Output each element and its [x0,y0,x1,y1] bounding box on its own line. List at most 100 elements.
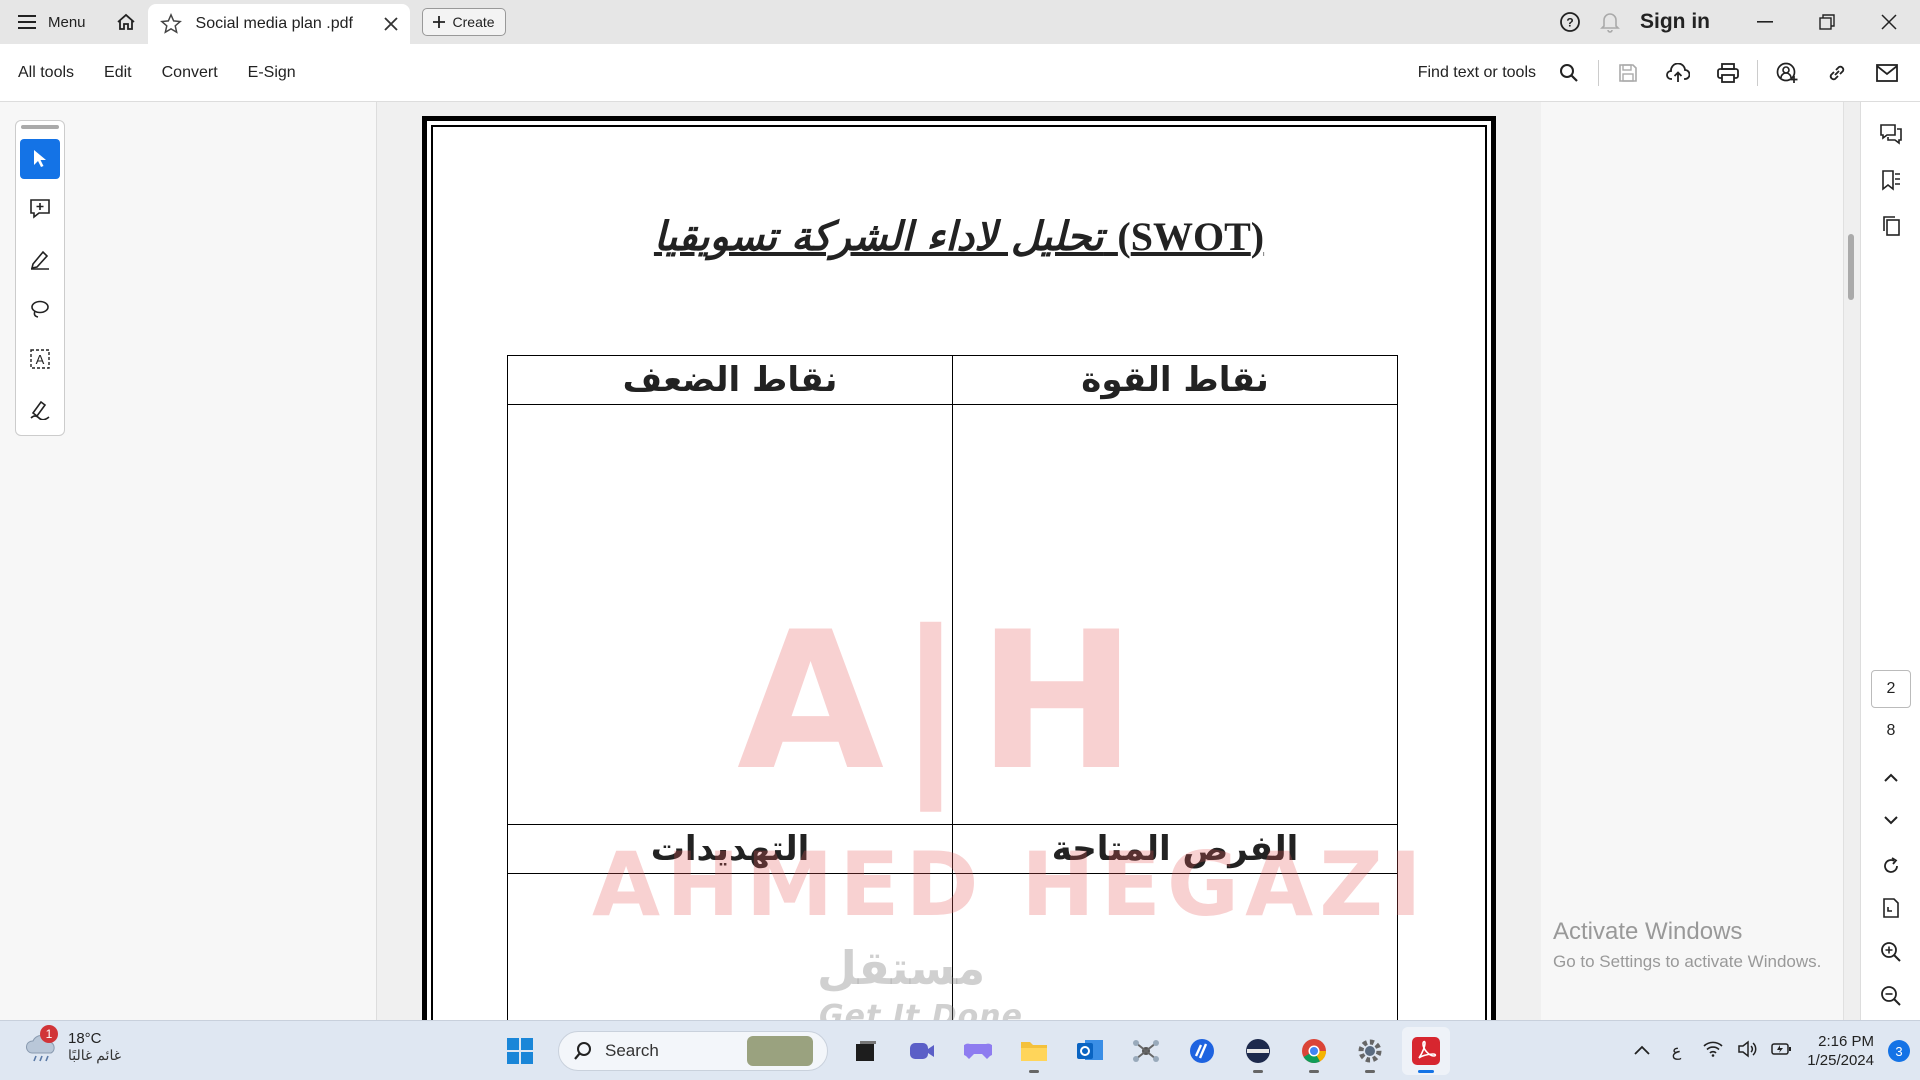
menu-all-tools[interactable]: All tools [0,64,89,82]
menu-button[interactable]: Menu [0,0,104,44]
document-tab[interactable]: Social media plan .pdf [147,4,410,44]
zoom-in-icon [1881,942,1901,962]
toolbar-divider [1598,59,1599,86]
title-arabic: تحليل لاداء الشركة تسويقيا [653,213,1104,260]
previous-page-button[interactable] [1861,756,1920,800]
find-search-button[interactable] [1544,48,1594,98]
close-tab-icon[interactable] [383,17,398,31]
print-button[interactable] [1703,48,1753,98]
media-app[interactable] [1234,1027,1282,1075]
close-window-button[interactable] [1858,0,1920,44]
sign-in-button[interactable]: Sign in [1630,10,1734,34]
highlight-tool[interactable] [20,239,60,279]
comments-button[interactable] [1861,112,1920,156]
app-toolbar: All tools Edit Convert E-Sign Find text … [0,44,1920,102]
restore-button[interactable] [1796,0,1858,44]
threats-cell [507,873,953,1020]
restore-icon [1819,14,1835,30]
save-button[interactable] [1603,48,1653,98]
zoom-out-button[interactable] [1861,974,1920,1018]
disc-icon [1246,1039,1270,1063]
input-language[interactable]: ع [1664,1041,1690,1061]
drone-app[interactable] [1122,1027,1170,1075]
gear-icon [1358,1039,1382,1063]
bookmark-icon [1882,170,1900,191]
outlook-app[interactable] [1066,1027,1114,1075]
weather-widget[interactable]: 1 18°C غائم غالبًا [24,1025,121,1065]
share-user-button[interactable] [1762,48,1812,98]
copy-link-button[interactable] [1812,48,1862,98]
pen-icon [30,250,49,270]
volume-button[interactable] [1737,1039,1757,1063]
running-indicator [1029,1070,1039,1073]
running-indicator [1309,1070,1319,1073]
tab-title: Social media plan .pdf [195,15,353,32]
swot-table: نقاط القوة نقاط الضعف الفرص المتاحة الته… [507,355,1398,1020]
settings-app[interactable] [1346,1027,1394,1075]
menu-edit[interactable]: Edit [89,64,147,82]
task-view-button[interactable] [842,1027,890,1075]
upload-button[interactable] [1653,48,1703,98]
add-comment-tool[interactable] [20,189,60,229]
pages-button[interactable] [1861,204,1920,248]
next-page-button[interactable] [1861,798,1920,842]
chevron-up-icon [1634,1045,1650,1055]
clock[interactable]: 2:16 PM 1/25/2024 [1807,1032,1874,1070]
zoom-in-button[interactable] [1861,930,1920,974]
notifications-button[interactable] [1590,0,1630,44]
acrobat-app[interactable] [1402,1027,1450,1075]
menu-convert[interactable]: Convert [147,64,233,82]
threats-header: التهديدات [507,824,953,874]
home-button[interactable] [104,0,148,44]
taskbar-search[interactable]: Search [558,1031,828,1071]
battery-button[interactable] [1771,1041,1793,1062]
activate-windows-notice: Activate Windows Go to Settings to activ… [1553,918,1821,972]
windows-taskbar: 1 18°C غائم غالبًا Search ع 2:16 PM 1/25… [0,1020,1920,1080]
hamburger-icon [18,15,36,29]
email-button[interactable] [1862,48,1912,98]
rotate-button[interactable] [1861,844,1920,888]
gaming-app[interactable] [954,1027,1002,1075]
help-button[interactable]: ? [1550,0,1590,44]
meet-app[interactable] [898,1027,946,1075]
cloud-upload-icon [1666,62,1690,82]
right-side-rail: 2 8 [1860,102,1920,1020]
current-page-input[interactable]: 2 [1871,670,1911,708]
drag-handle[interactable] [21,125,59,129]
clock-date: 1/25/2024 [1807,1052,1874,1069]
system-tray: ع 2:16 PM 1/25/2024 3 [1634,1021,1920,1080]
minimize-icon [1757,21,1773,23]
bookmarks-button[interactable] [1861,158,1920,202]
video-camera-icon [910,1043,934,1059]
vertical-scrollbar[interactable] [1843,102,1860,1020]
weaknesses-header: نقاط الضعف [507,355,953,405]
menu-e-sign[interactable]: E-Sign [233,64,311,82]
text-box-icon: A [30,349,50,369]
running-indicator [1365,1070,1375,1073]
wifi-button[interactable] [1703,1041,1723,1062]
mail-icon [1876,63,1898,82]
document-viewport[interactable]: (SWOT) تحليل لاداء الشركة تسويقيا نقاط ا… [377,102,1541,1020]
weather-alert-badge: 1 [40,1025,58,1043]
star-icon[interactable] [159,13,182,35]
show-hidden-icons-button[interactable] [1634,1042,1650,1060]
chrome-app[interactable] [1290,1027,1338,1075]
find-text-or-tools[interactable]: Find text or tools [1418,64,1544,82]
start-button[interactable] [496,1027,544,1075]
file-explorer-app[interactable] [1010,1027,1058,1075]
select-tool[interactable] [20,139,60,179]
notification-count-badge[interactable]: 3 [1888,1040,1910,1062]
minimize-button[interactable] [1734,0,1796,44]
sign-tool[interactable] [20,389,60,429]
slash-circle-icon [1190,1039,1214,1063]
notes-app[interactable] [1178,1027,1226,1075]
search-label: Search [605,1041,659,1060]
create-button[interactable]: Create [421,8,506,36]
text-box-tool[interactable]: A [20,339,60,379]
title-bar: Menu Social media plan .pdf Create ? Sig… [0,0,1920,44]
scrollbar-thumb[interactable] [1848,234,1854,300]
rotate-icon [1884,857,1898,873]
draw-tool[interactable] [20,289,60,329]
strengths-header: نقاط القوة [952,355,1398,405]
page-fit-button[interactable] [1861,886,1920,930]
